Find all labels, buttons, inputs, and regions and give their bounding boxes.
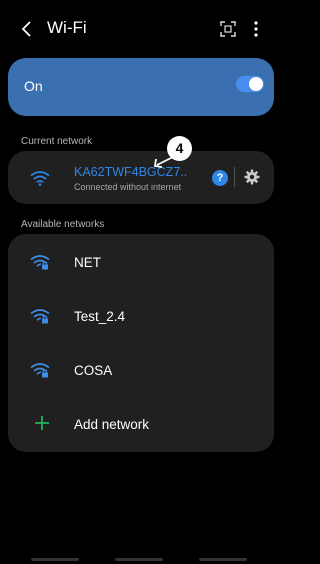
annotation-badge: 4 xyxy=(167,136,192,161)
navigation-bar xyxy=(3,558,274,562)
network-name: NET xyxy=(74,255,101,270)
gear-icon[interactable] xyxy=(244,169,260,185)
network-name: Test_2.4 xyxy=(74,309,126,324)
current-network-card[interactable]: KA62TWF4BGCZ7.. Connected without intern… xyxy=(8,151,274,204)
toggle-knob xyxy=(249,77,263,91)
add-network-item[interactable]: Add network xyxy=(8,398,274,452)
current-network-name: KA62TWF4BGCZ7.. xyxy=(74,165,188,179)
list-item[interactable]: Test_2.4 xyxy=(8,290,274,344)
wifi-lock-icon xyxy=(30,309,50,324)
nav-back[interactable] xyxy=(199,558,247,561)
plus-icon xyxy=(35,416,49,430)
qr-scan-icon[interactable] xyxy=(220,21,236,37)
current-network-status: Connected without internet xyxy=(74,182,182,192)
help-icon[interactable]: ? xyxy=(212,170,228,186)
page-title: Wi-Fi xyxy=(47,18,87,37)
nav-home[interactable] xyxy=(115,558,163,561)
wifi-lock-icon xyxy=(30,363,50,378)
nav-recents[interactable] xyxy=(31,558,79,561)
current-network-heading: Current network xyxy=(21,136,93,147)
network-name: COSA xyxy=(74,363,113,378)
wifi-toggle-switch[interactable] xyxy=(236,76,264,92)
divider xyxy=(234,167,235,187)
wifi-toggle-label: On xyxy=(24,78,43,94)
available-networks-list: NET Test_2.4 COSA Add network xyxy=(8,234,274,452)
list-item[interactable]: NET xyxy=(8,236,274,290)
wifi-toggle-card[interactable]: On xyxy=(8,58,274,116)
top-bar: Wi-Fi xyxy=(3,14,274,44)
available-networks-heading: Available networks xyxy=(21,219,105,230)
wifi-icon xyxy=(30,171,50,186)
add-network-label: Add network xyxy=(74,417,150,432)
back-icon[interactable] xyxy=(20,18,34,40)
more-options-icon[interactable] xyxy=(253,20,259,38)
list-item[interactable]: COSA xyxy=(8,344,274,398)
wifi-lock-icon xyxy=(30,255,50,270)
wifi-settings-screen: Wi-Fi On Current network KA62TWF4BGCZ7..… xyxy=(3,0,274,564)
